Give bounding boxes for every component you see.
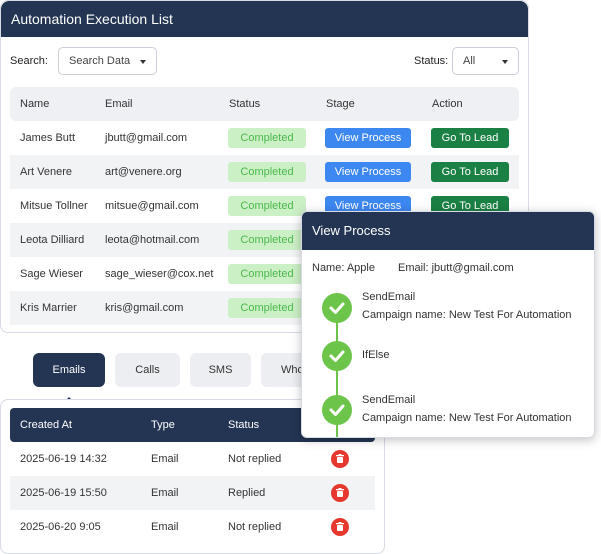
chevron-down-icon — [140, 60, 146, 64]
status-select-value: All — [463, 55, 476, 67]
step-title: SendEmail — [362, 394, 416, 406]
status-select[interactable]: All — [452, 47, 519, 75]
step-title: SendEmail — [362, 291, 416, 303]
chevron-down-icon — [502, 60, 508, 64]
row-email: mitsue@gmail.com — [105, 200, 199, 212]
column-action: Action — [432, 98, 463, 110]
email-status: Not replied — [228, 453, 282, 465]
status-badge: Completed — [228, 264, 306, 284]
email-row: 2025-06-20 9:05 Email Not replied — [10, 510, 375, 544]
status-badge: Completed — [228, 162, 306, 182]
email-status: Replied — [228, 487, 266, 499]
panel-title: Automation Execution List — [1, 1, 528, 37]
modal-name: Name: Apple — [312, 262, 375, 274]
email-row: 2025-06-19 14:32 Email Not replied — [10, 442, 375, 476]
table-header: Name Email Status Stage Action — [10, 87, 519, 121]
status-label: Status: — [414, 55, 449, 67]
email-row: 2025-06-19 15:50 Email Replied — [10, 476, 375, 510]
row-email: leota@hotmail.com — [105, 234, 200, 246]
tab-sms[interactable]: SMS — [190, 353, 251, 387]
row-name: Mitsue Tollner — [20, 200, 88, 212]
email-status: Not replied — [228, 521, 282, 533]
search-label: Search: — [10, 55, 48, 67]
row-email: art@venere.org — [105, 166, 182, 178]
email-created: 2025-06-20 9:05 — [20, 521, 101, 533]
step-detail: Campaign name: New Test For Automation — [362, 412, 572, 424]
row-email: jbutt@gmail.com — [105, 132, 188, 144]
trash-icon[interactable] — [331, 518, 349, 536]
go-to-lead-button[interactable]: Go To Lead — [431, 162, 509, 182]
row-name: James Butt — [20, 132, 76, 144]
table-row: Art Venere art@venere.org Completed View… — [10, 155, 519, 189]
step-title: IfElse — [362, 349, 390, 361]
table-row: James Butt jbutt@gmail.com Completed Vie… — [10, 121, 519, 155]
column-stage: Stage — [326, 98, 355, 110]
column-name: Name — [20, 98, 50, 110]
email-created: 2025-06-19 15:50 — [20, 487, 107, 499]
view-process-button[interactable]: View Process — [325, 128, 411, 148]
row-name: Art Venere — [20, 166, 72, 178]
search-select-value: Search Data — [69, 55, 131, 67]
status-badge: Completed — [228, 298, 306, 318]
check-circle-icon — [322, 395, 352, 425]
column-created-at: Created At — [20, 419, 72, 431]
row-name: Leota Dilliard — [20, 234, 85, 246]
email-type: Email — [151, 487, 179, 499]
trash-icon[interactable] — [331, 450, 349, 468]
status-badge: Completed — [228, 128, 306, 148]
email-type: Email — [151, 521, 179, 533]
row-name: Sage Wieser — [20, 268, 83, 280]
check-circle-icon — [322, 341, 352, 371]
tab-emails[interactable]: Emails — [33, 353, 105, 387]
modal-title: View Process — [302, 212, 594, 250]
row-email: sage_wieser@cox.net — [105, 268, 214, 280]
email-type: Email — [151, 453, 179, 465]
go-to-lead-button[interactable]: Go To Lead — [431, 128, 509, 148]
row-email: kris@gmail.com — [105, 302, 184, 314]
row-name: Kris Marrier — [20, 302, 77, 314]
column-email: Email — [105, 98, 133, 110]
column-type: Type — [151, 419, 175, 431]
email-created: 2025-06-19 14:32 — [20, 453, 107, 465]
view-process-modal: View Process Name: Apple Email: jbutt@gm… — [301, 211, 595, 438]
status-badge: Completed — [228, 196, 306, 216]
trash-icon[interactable] — [331, 484, 349, 502]
modal-email: Email: jbutt@gmail.com — [398, 262, 514, 274]
check-circle-icon — [322, 293, 352, 323]
search-select[interactable]: Search Data — [58, 47, 157, 75]
column-status: Status — [229, 98, 261, 110]
step-detail: Campaign name: New Test For Automation — [362, 309, 572, 321]
view-process-button[interactable]: View Process — [325, 162, 411, 182]
column-status: Status — [228, 419, 260, 431]
tab-calls[interactable]: Calls — [115, 353, 180, 387]
status-badge: Completed — [228, 230, 306, 250]
